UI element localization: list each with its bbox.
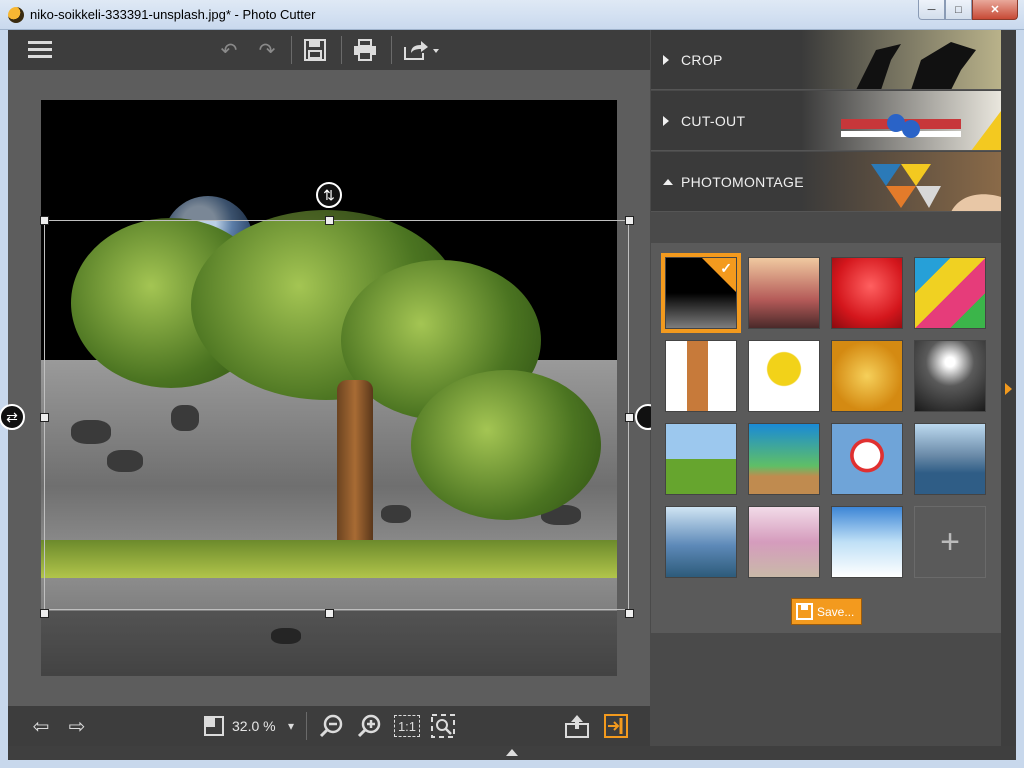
window-titlebar: niko-soikkeli-333391-unsplash.jpg* - Pho… [0, 0, 1024, 30]
crop-handle-right[interactable] [625, 413, 634, 422]
redo-icon[interactable]: ↷ [254, 38, 280, 62]
collapse-arrow-icon [663, 116, 669, 126]
bottom-toolbar: ⇦ ⇨ 32.0 % ▾ 1:1 [8, 706, 650, 746]
template-thumbnail-city[interactable] [914, 423, 986, 495]
template-gallery: ✓ + Save... [651, 243, 1001, 633]
add-template-button[interactable]: + [914, 506, 986, 578]
template-thumbnail-i-love[interactable] [831, 257, 903, 329]
swap-vertical-icon[interactable]: ⇅ [316, 182, 342, 208]
app-icon [8, 7, 24, 23]
expand-arrow-icon [663, 179, 673, 185]
template-thumbnail-heart-tree[interactable] [748, 257, 820, 329]
save-button[interactable]: Save... [791, 598, 862, 625]
maximize-button[interactable]: □ [945, 0, 972, 20]
section-cut-out[interactable]: CUT-OUT [651, 91, 1001, 151]
template-thumbnail-paparazzi[interactable] [914, 340, 986, 412]
template-thumbnail-venice[interactable] [665, 506, 737, 578]
save-button-label: Save... [817, 604, 855, 619]
save-disk-icon [796, 603, 813, 620]
crop-banner-image [801, 30, 1001, 89]
photomontage-banner-image [801, 152, 1001, 211]
window-frame: ↶ ↷ ⇅ ⇄ ⇦ ⇨ 32.0 % ▾ 1:1 CROP CUT-OUT PH… [0, 30, 1024, 768]
section-label: CUT-OUT [681, 113, 746, 129]
undo-icon[interactable]: ↶ [216, 38, 242, 62]
app-body: ↶ ↷ ⇅ ⇄ ⇦ ⇨ 32.0 % ▾ 1:1 CROP CUT-OUT PH… [0, 30, 1016, 760]
zoom-level[interactable]: 32.0 % [232, 718, 276, 734]
panel-collapse-strip[interactable] [1001, 30, 1016, 746]
toggle-panel-icon[interactable] [604, 714, 628, 738]
swap-horizontal-icon[interactable]: ⇄ [0, 404, 25, 430]
section-label: CROP [681, 52, 723, 68]
bottom-collapse-strip[interactable] [8, 746, 1016, 760]
crop-frame[interactable] [44, 220, 629, 610]
window-title: niko-soikkeli-333391-unsplash.jpg* - Pho… [30, 7, 316, 22]
crop-handle-bottom[interactable] [325, 609, 334, 618]
section-label: PHOTOMONTAGE [681, 174, 804, 190]
toolbar-divider [291, 36, 292, 64]
template-thumbnail-comic[interactable] [914, 257, 986, 329]
template-thumbnail-winter[interactable] [831, 506, 903, 578]
crop-handle-bottom-left[interactable] [40, 609, 49, 618]
print-icon[interactable] [352, 38, 378, 62]
template-thumbnail-eiffel[interactable] [748, 423, 820, 495]
toolbar-divider [341, 36, 342, 64]
template-thumbnail-moon[interactable]: ✓ [661, 253, 741, 333]
image-canvas[interactable]: ⇅ ⇄ [0, 70, 661, 706]
zoom-dropdown-icon[interactable]: ▾ [284, 714, 298, 738]
expand-right-icon [1005, 383, 1012, 395]
previous-image-icon[interactable]: ⇦ [28, 714, 54, 738]
crop-dimmed-area [41, 611, 617, 676]
crop-handle-top-left[interactable] [40, 216, 49, 225]
zoom-out-icon[interactable] [318, 714, 344, 738]
expand-up-icon [506, 749, 518, 756]
template-thumbnail-monster[interactable] [748, 340, 820, 412]
collapse-arrow-icon [663, 55, 669, 65]
template-thumbnail-blossom-path[interactable] [748, 506, 820, 578]
crop-handle-left[interactable] [40, 413, 49, 422]
section-photomontage[interactable]: PHOTOMONTAGE [651, 152, 1001, 212]
template-thumbnail-pets[interactable] [665, 340, 737, 412]
cut-out-banner-image [801, 91, 1001, 150]
top-toolbar: ↶ ↷ [8, 30, 650, 70]
crop-handle-bottom-right[interactable] [625, 609, 634, 618]
actual-size-icon[interactable]: 1:1 [394, 715, 420, 737]
minimize-button[interactable]: ─ [918, 0, 945, 20]
crop-handle-top-right[interactable] [625, 216, 634, 225]
right-panel: CROP CUT-OUT PHOTOMONTAGE ✓ + Save... [651, 30, 1001, 746]
zoom-box-icon [204, 716, 224, 736]
share-icon[interactable] [402, 38, 442, 62]
template-thumbnail-cow[interactable] [665, 423, 737, 495]
checkmark-icon: ✓ [720, 260, 732, 276]
hamburger-menu-icon[interactable] [28, 41, 52, 59]
save-icon[interactable] [302, 38, 328, 62]
next-image-icon[interactable]: ⇨ [64, 714, 90, 738]
section-crop[interactable]: CROP [651, 30, 1001, 90]
toolbar-divider [391, 36, 392, 64]
template-thumbnail-gold[interactable] [831, 340, 903, 412]
toolbar-divider [306, 712, 307, 740]
fit-to-window-icon[interactable] [430, 714, 456, 738]
close-button[interactable]: ✕ [972, 0, 1018, 20]
export-icon[interactable] [564, 714, 590, 738]
template-thumbnail-snowman[interactable] [831, 423, 903, 495]
crop-handle-top[interactable] [325, 216, 334, 225]
zoom-in-icon[interactable] [356, 714, 382, 738]
